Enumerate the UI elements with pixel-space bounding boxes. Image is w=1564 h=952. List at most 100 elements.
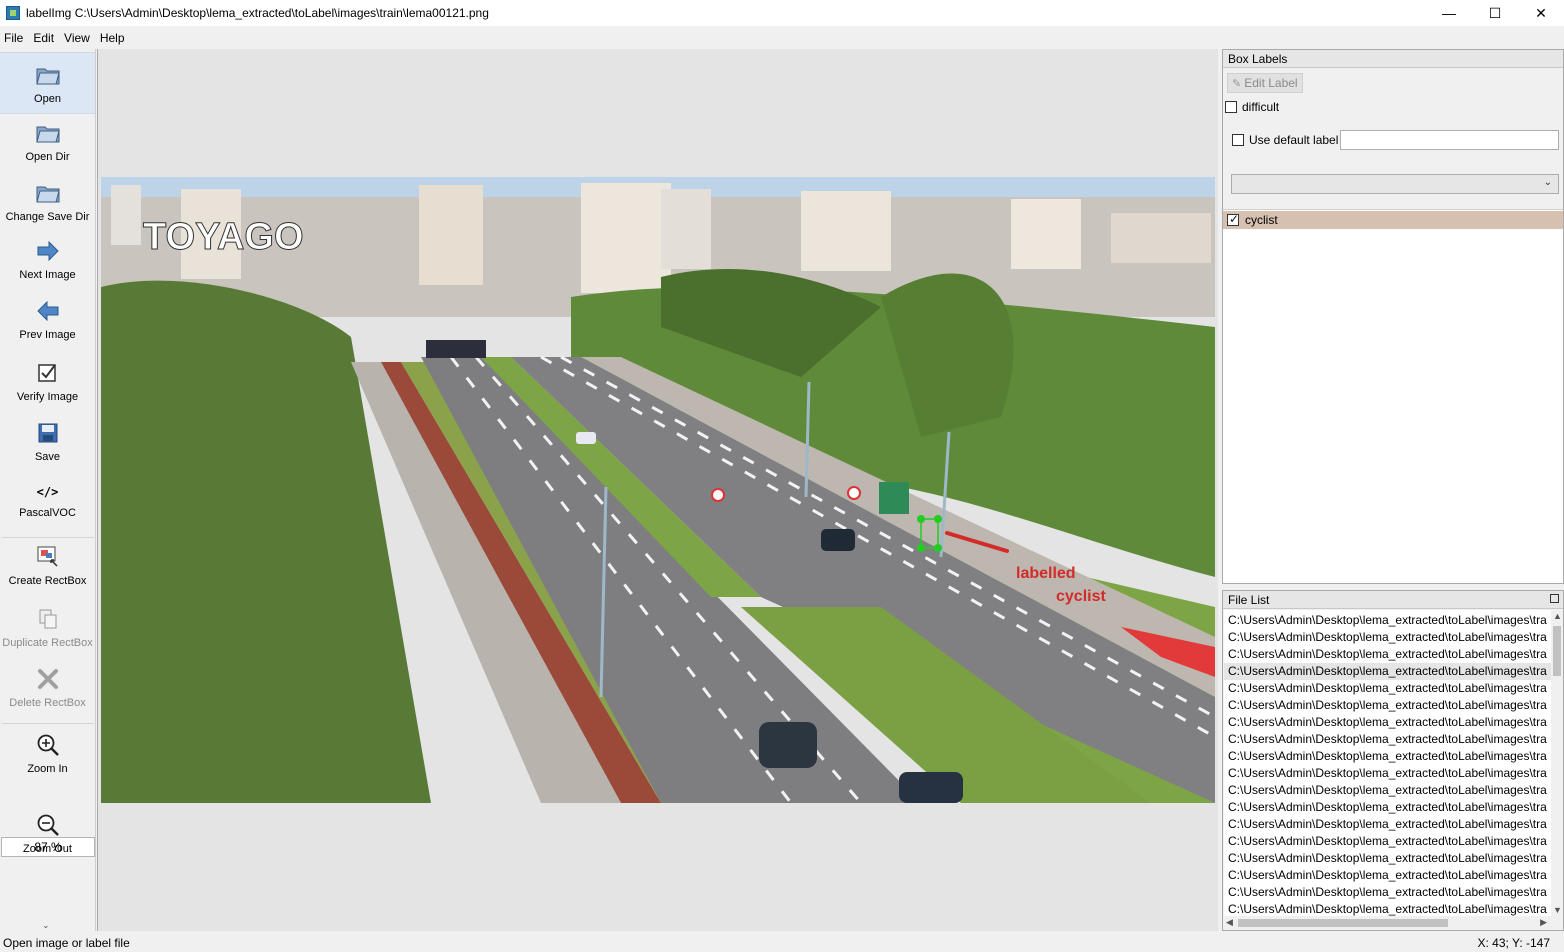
annotation-text-cyclist: cyclist — [1056, 588, 1106, 605]
next-image-button[interactable]: Next Image — [0, 237, 95, 281]
scrollbar-thumb[interactable] — [1238, 919, 1448, 927]
maximize-button[interactable]: ☐ — [1472, 0, 1518, 26]
scroll-down-icon[interactable]: ▼ — [1553, 905, 1562, 915]
folder-icon — [34, 61, 62, 89]
difficult-checkbox[interactable] — [1225, 101, 1237, 113]
labelimg-app-icon — [6, 6, 20, 20]
prev-image-button[interactable]: Prev Image — [0, 297, 95, 341]
file-list-item[interactable]: C:\Users\Admin\Desktop\lema_extracted\to… — [1224, 850, 1551, 867]
close-button[interactable]: ✕ — [1518, 0, 1564, 26]
file-list-item[interactable]: C:\Users\Admin\Desktop\lema_extracted\to… — [1224, 731, 1551, 748]
duplicate-rectbox-label: Duplicate RectBox — [2, 637, 93, 649]
prev-image-label: Prev Image — [19, 329, 76, 341]
horizontal-scrollbar[interactable]: ◀ ▶ — [1224, 916, 1563, 930]
checkbox-verify-icon — [34, 359, 62, 387]
left-toolbar: Open Open Dir Change Save Dir Next Image… — [0, 49, 96, 931]
zoom-in-label: Zoom In — [27, 763, 68, 775]
create-rectbox-label: Create RectBox — [8, 575, 87, 587]
use-default-label-row[interactable]: Use default label — [1232, 133, 1338, 147]
change-save-dir-button[interactable]: Change Save Dir — [0, 179, 95, 223]
image-canvas[interactable]: TOYAGO labelled cyclist — [97, 49, 1218, 931]
traffic-camera-image[interactable]: TOYAGO labelled cyclist — [101, 177, 1215, 803]
zoom-out-label: Zoom Out — [23, 843, 72, 855]
file-list-item[interactable]: C:\Users\Admin\Desktop\lema_extracted\to… — [1224, 629, 1551, 646]
menu-view[interactable]: View — [60, 31, 96, 45]
file-list-item[interactable]: C:\Users\Admin\Desktop\lema_extracted\to… — [1224, 646, 1551, 663]
edit-label-text: Edit Label — [1244, 76, 1298, 90]
arrow-right-icon — [34, 237, 62, 265]
status-bar: Open image or label file X: 43; Y: -147 — [0, 934, 1564, 952]
duplicate-rectbox-button[interactable]: Duplicate RectBox — [0, 605, 95, 649]
cursor-coordinates: X: 43; Y: -147 — [1477, 936, 1551, 950]
file-list-item[interactable]: C:\Users\Admin\Desktop\lema_extracted\to… — [1224, 697, 1551, 714]
scroll-right-icon[interactable]: ▶ — [1540, 917, 1547, 928]
use-default-label-checkbox[interactable] — [1232, 134, 1244, 146]
scrollbar-thumb[interactable] — [1553, 626, 1561, 676]
file-list-item[interactable]: C:\Users\Admin\Desktop\lema_extracted\to… — [1224, 765, 1551, 782]
verify-image-label: Verify Image — [16, 391, 79, 403]
zoom-in-button[interactable]: Zoom In — [0, 731, 95, 775]
file-list-item[interactable]: C:\Users\Admin\Desktop\lema_extracted\to… — [1224, 612, 1551, 629]
delete-rectbox-label: Delete RectBox — [9, 697, 86, 709]
difficult-label: difficult — [1242, 100, 1280, 114]
file-list-item[interactable]: C:\Users\Admin\Desktop\lema_extracted\to… — [1224, 884, 1551, 901]
file-list-item[interactable]: C:\Users\Admin\Desktop\lema_extracted\to… — [1224, 714, 1551, 731]
file-list-item[interactable]: C:\Users\Admin\Desktop\lema_extracted\to… — [1224, 663, 1551, 680]
watermark-text: TOYAGO — [143, 216, 304, 258]
create-rectbox-button[interactable]: Create RectBox — [0, 543, 95, 587]
difficult-checkbox-row[interactable]: difficult — [1225, 100, 1279, 114]
edit-icon: ✎ — [1232, 77, 1242, 90]
edit-label-button[interactable]: ✎ Edit Label — [1227, 73, 1303, 93]
scroll-up-icon[interactable]: ▲ — [1553, 611, 1562, 621]
use-default-label-text: Use default label — [1249, 133, 1339, 147]
format-toggle-button[interactable]: </> PascalVOC — [0, 481, 95, 519]
box-labels-dock: Box Labels ✎ Edit Label difficult Use de… — [1222, 49, 1564, 584]
file-list-item[interactable]: C:\Users\Admin\Desktop\lema_extracted\to… — [1224, 816, 1551, 833]
change-save-dir-label: Change Save Dir — [5, 211, 90, 223]
open-dir-button[interactable]: Open Dir — [0, 119, 95, 163]
file-list-item[interactable]: C:\Users\Admin\Desktop\lema_extracted\to… — [1224, 782, 1551, 799]
default-label-input[interactable] — [1340, 130, 1559, 150]
save-label: Save — [34, 451, 61, 463]
label-item-name: cyclist — [1245, 213, 1278, 227]
chevron-down-icon: ⌄ — [1543, 177, 1552, 188]
folder-icon — [34, 179, 62, 207]
label-list[interactable]: cyclist — [1223, 209, 1563, 583]
float-dock-icon[interactable] — [1550, 594, 1559, 603]
file-list-item[interactable]: C:\Users\Admin\Desktop\lema_extracted\to… — [1224, 748, 1551, 765]
next-image-label: Next Image — [19, 269, 76, 281]
file-list-item[interactable]: C:\Users\Admin\Desktop\lema_extracted\to… — [1224, 833, 1551, 850]
box-labels-title: Box Labels — [1223, 50, 1563, 68]
menu-edit[interactable]: Edit — [29, 31, 60, 45]
folder-icon — [34, 119, 62, 147]
file-list-item[interactable]: C:\Users\Admin\Desktop\lema_extracted\to… — [1224, 799, 1551, 816]
file-list-item[interactable]: C:\Users\Admin\Desktop\lema_extracted\to… — [1224, 680, 1551, 697]
annotation-text-labelled: labelled — [1016, 565, 1076, 582]
verify-image-button[interactable]: Verify Image — [0, 359, 95, 403]
menu-file[interactable]: File — [0, 31, 29, 45]
vertical-scrollbar[interactable]: ▲ ▼ — [1551, 610, 1563, 916]
label-combo-box[interactable]: ⌄ — [1231, 174, 1559, 194]
scroll-left-icon[interactable]: ◀ — [1226, 917, 1233, 928]
file-list-item[interactable]: C:\Users\Admin\Desktop\lema_extracted\to… — [1224, 867, 1551, 884]
file-list[interactable]: C:\Users\Admin\Desktop\lema_extracted\to… — [1224, 610, 1563, 930]
toolbar-separator — [2, 537, 94, 538]
open-button[interactable]: Open — [0, 52, 95, 114]
file-list-dock: File List C:\Users\Admin\Desktop\lema_ex… — [1222, 590, 1564, 931]
toolbar-extension-icon[interactable]: ⌄ — [42, 920, 50, 931]
zoom-out-button[interactable]: Zoom Out — [0, 811, 95, 855]
delete-rectbox-button[interactable]: Delete RectBox — [0, 665, 95, 709]
menu-help[interactable]: Help — [96, 31, 131, 45]
toolbar-separator — [2, 723, 94, 724]
window-title: labelImg C:\Users\Admin\Desktop\lema_ext… — [26, 6, 489, 20]
toyago-watermark: TOYAGO — [143, 216, 305, 259]
format-label: PascalVOC — [19, 507, 76, 519]
delete-x-icon — [34, 665, 62, 693]
save-button[interactable]: Save — [0, 419, 95, 463]
label-item-cyclist[interactable]: cyclist — [1223, 211, 1563, 229]
copy-icon — [34, 605, 62, 633]
title-bar: labelImg C:\Users\Admin\Desktop\lema_ext… — [0, 0, 1564, 26]
minimize-button[interactable]: — — [1426, 0, 1472, 26]
zoom-out-icon — [34, 811, 62, 839]
label-visible-checkbox[interactable] — [1227, 212, 1239, 226]
